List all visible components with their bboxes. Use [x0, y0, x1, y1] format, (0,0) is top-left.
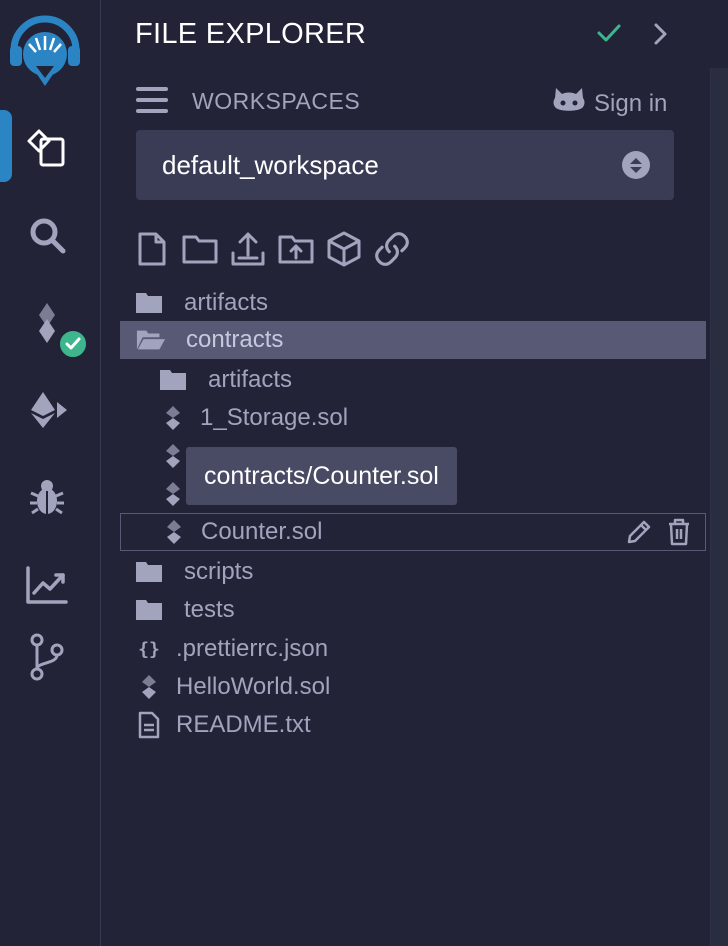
sign-in-label: Sign in: [594, 89, 668, 117]
tree-folder-artifacts[interactable]: artifacts: [134, 284, 694, 322]
delete-trash-icon[interactable]: [667, 518, 691, 553]
tree-item-label: HelloWorld.sol: [176, 673, 331, 700]
analytics-chart-icon[interactable]: [22, 560, 72, 610]
tree-item-label: Counter.sol: [201, 518, 323, 545]
scrollbar[interactable]: [710, 68, 728, 946]
tree-item-label: README.txt: [176, 711, 311, 738]
check-icon: [58, 329, 88, 359]
tree-item-label: tests: [184, 596, 235, 623]
tree-file-helloworld[interactable]: HelloWorld.sol: [134, 668, 694, 706]
git-branch-icon[interactable]: [22, 632, 72, 682]
workspaces-label: WORKSPACES: [192, 88, 361, 114]
path-tooltip: contracts/Counter.sol: [186, 447, 457, 505]
check-icon: [596, 22, 622, 49]
solidity-file-icon: [158, 441, 188, 471]
select-updown-icon: [622, 151, 650, 179]
solidity-file-icon: [158, 403, 188, 433]
workspace-selected-value: default_workspace: [162, 149, 379, 180]
tree-folder-scripts[interactable]: scripts: [134, 553, 694, 591]
search-icon[interactable]: [22, 210, 72, 260]
chevron-right-icon[interactable]: [650, 22, 670, 51]
tree-file-prettierrc[interactable]: {} .prettierrc.json: [134, 630, 694, 668]
file-explorer-icon[interactable]: [22, 122, 72, 172]
active-indicator: [0, 110, 12, 182]
folder-icon: [134, 557, 164, 587]
github-icon: [552, 86, 586, 121]
tree-item-label: artifacts: [184, 289, 269, 316]
tree-item-label: scripts: [184, 558, 254, 585]
folder-icon: [134, 595, 164, 625]
folder-open-icon: [136, 325, 166, 355]
text-file-icon: [134, 710, 164, 740]
new-file-icon[interactable]: [134, 230, 170, 268]
edit-pencil-icon[interactable]: [625, 518, 653, 553]
folder-icon: [134, 288, 164, 318]
debugger-bug-icon[interactable]: [22, 472, 72, 522]
solidity-file-icon: [134, 672, 164, 702]
tree-item-label: 1_Storage.sol: [200, 404, 349, 431]
file-toolbar: [134, 230, 410, 268]
tree-folder-contracts[interactable]: contracts: [120, 321, 706, 359]
upload-folder-icon[interactable]: [278, 230, 314, 268]
json-braces-icon: {}: [138, 638, 160, 660]
workspace-select[interactable]: default_workspace: [136, 130, 674, 200]
sign-in-button[interactable]: Sign in: [552, 86, 667, 121]
tree-folder-contracts-artifacts[interactable]: artifacts: [158, 361, 698, 399]
tree-file-counter[interactable]: Counter.sol: [120, 513, 706, 551]
link-icon[interactable]: [374, 230, 410, 268]
icon-panel: [0, 0, 101, 946]
hamburger-icon[interactable]: [136, 86, 168, 114]
solidity-file-icon: [159, 517, 189, 547]
folder-icon: [158, 365, 188, 395]
tree-item-label: .prettierrc.json: [176, 635, 329, 662]
tree-item-label: artifacts: [208, 366, 293, 393]
file-explorer-panel: FILE EXPLORER WORKSPACES Sign in default…: [102, 0, 728, 946]
solidity-file-icon: [158, 479, 188, 509]
tree-file-1-storage[interactable]: 1_Storage.sol: [158, 399, 698, 437]
tree-item-label: contracts: [186, 326, 284, 353]
tree-folder-tests[interactable]: tests: [134, 591, 694, 629]
publish-gist-icon[interactable]: [326, 230, 362, 268]
tree-file-readme[interactable]: README.txt: [134, 706, 694, 744]
new-folder-icon[interactable]: [182, 230, 218, 268]
ethereum-deploy-icon[interactable]: [22, 385, 72, 435]
remix-logo-icon[interactable]: [8, 10, 82, 90]
panel-title: FILE EXPLORER: [135, 18, 367, 50]
row-actions: [625, 518, 691, 553]
upload-file-icon[interactable]: [230, 230, 266, 268]
